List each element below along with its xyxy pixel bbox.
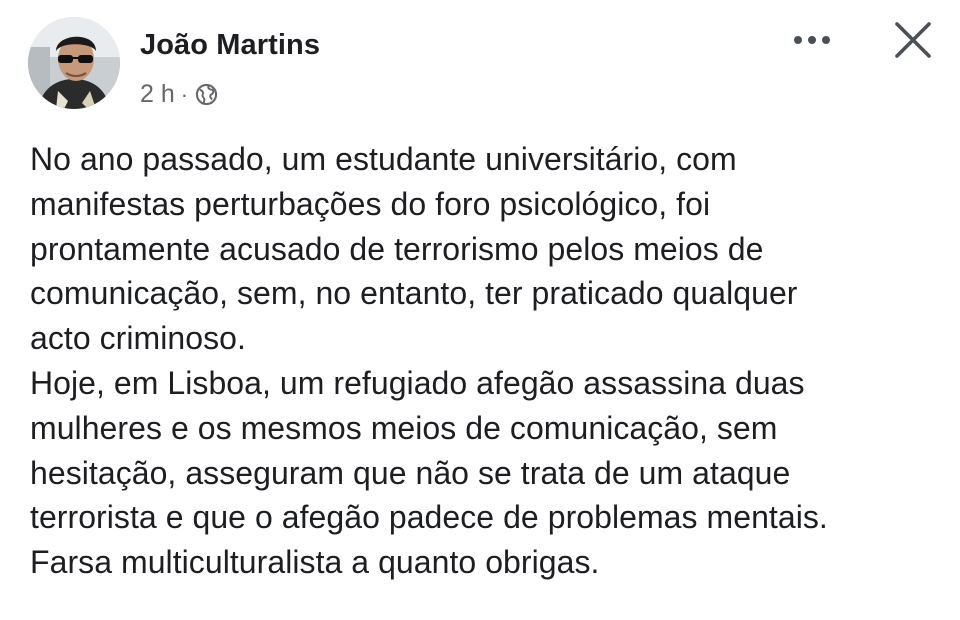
avatar[interactable] [28,17,120,109]
meta-separator: · [180,81,189,107]
more-options-button[interactable] [786,24,838,56]
post-text-line: prontamente acusado de terrorismo pelos … [30,230,764,267]
post-meta: 2 h · [140,80,218,109]
facebook-post: João Martins 2 h · No ano passado, um es… [0,0,960,620]
more-horizontal-icon [794,36,830,44]
post-text-line: No ano passado, um estudante universitár… [30,141,737,177]
post-text-line: acto criminoso. [30,320,246,357]
post-text-line: comunicação, sem, no entanto, ter pratic… [30,275,798,312]
post-time[interactable]: 2 h [140,80,175,109]
author-name[interactable]: João Martins [140,29,320,62]
post-text-line: terrorista e que o afegão padece de prob… [30,499,828,536]
post-text-line: Hoje, em Lisboa, um refugiado afegão ass… [30,364,805,401]
post-text-line: hesitação, asseguram que não se trata de… [30,454,791,491]
post-text: No ano passado, um estudante universitár… [30,137,950,585]
post-text-line: Farsa multiculturalista a quanto obrigas… [30,544,600,581]
post-text-line: manifestas perturbações do foro psicológ… [30,185,711,222]
globe-icon[interactable] [195,83,218,106]
close-button[interactable] [888,18,938,62]
post-text-line: mulheres e os mesmos meios de comunicaçã… [30,409,778,446]
avatar-image [28,17,120,109]
close-icon [895,22,931,58]
